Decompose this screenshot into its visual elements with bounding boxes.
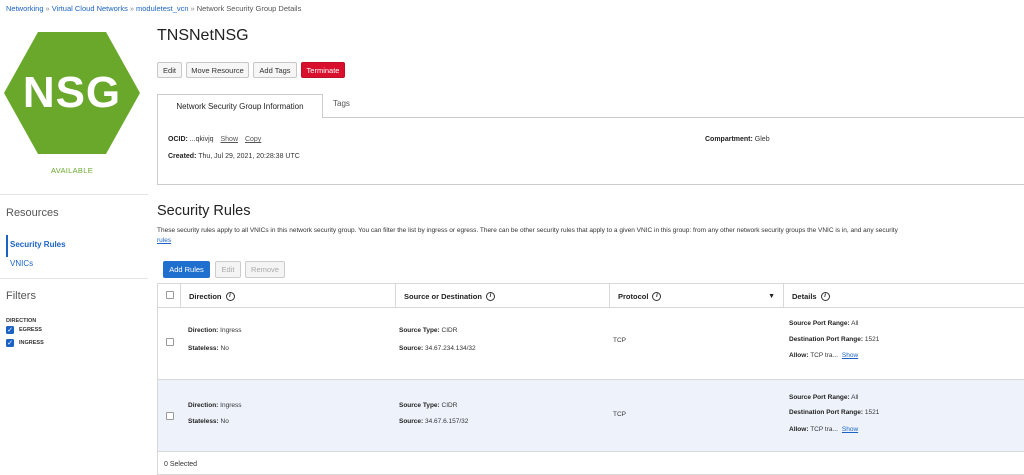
row-checkbox[interactable] xyxy=(166,412,174,420)
breadcrumb-current: Network Security Group Details xyxy=(196,4,302,13)
edit-button[interactable]: Edit xyxy=(157,62,182,78)
filter-egress[interactable]: ✓ EGRESS xyxy=(6,326,42,334)
add-rules-button[interactable]: Add Rules xyxy=(163,261,210,278)
column-source-destination[interactable]: Source or Destination i xyxy=(395,284,609,308)
move-resource-button[interactable]: Move Resource xyxy=(186,62,249,78)
filter-egress-label: EGRESS xyxy=(19,327,42,333)
table-row[interactable]: Direction: Ingress Stateless: No Source … xyxy=(158,308,1024,380)
column-protocol[interactable]: Protocol i ▼ xyxy=(609,284,783,308)
ocid-value: ...qkivjq xyxy=(189,136,214,143)
checkbox-checked-icon[interactable]: ✓ xyxy=(6,326,14,334)
breadcrumb-networking[interactable]: Networking xyxy=(6,4,44,13)
tab-tags[interactable]: Tags xyxy=(333,99,350,108)
allow-show-link[interactable]: Show xyxy=(842,352,858,359)
terminate-button[interactable]: Terminate xyxy=(301,62,345,78)
select-all-checkbox[interactable] xyxy=(166,291,174,299)
security-rules-description: These security rules apply to all VNICs … xyxy=(157,227,898,245)
protocol-value: TCP xyxy=(613,337,626,344)
table-row[interactable]: Direction: Ingress Stateless: No Source … xyxy=(158,380,1024,452)
security-rules-heading: Security Rules xyxy=(157,203,251,219)
table-header: Direction i Source or Destination i Protoc… xyxy=(158,284,1024,308)
info-icon[interactable]: i xyxy=(652,291,662,301)
info-icon[interactable]: i xyxy=(225,291,235,301)
allow-show-link[interactable]: Show xyxy=(842,426,858,433)
breadcrumb-vcns[interactable]: Virtual Cloud Networks xyxy=(52,4,128,13)
breadcrumb-vcn[interactable]: moduletest_vcn xyxy=(136,4,189,13)
sidebar-item-vnics[interactable]: VNICs xyxy=(10,259,33,268)
selected-count: 0 Selected xyxy=(164,461,198,468)
filters-heading: Filters xyxy=(6,290,36,302)
sidebar-divider xyxy=(0,194,148,195)
protocol-value: TCP xyxy=(613,411,626,418)
add-tags-button[interactable]: Add Tags xyxy=(253,62,297,78)
remove-rules-button[interactable]: Remove xyxy=(245,261,285,278)
compartment-field: Compartment: Gleb xyxy=(705,136,770,143)
column-details[interactable]: Details i xyxy=(783,284,1024,308)
filter-ingress-label: INGRESS xyxy=(19,340,44,346)
resources-heading: Resources xyxy=(6,207,59,219)
created-value: Thu, Jul 29, 2021, 20:28:38 UTC xyxy=(198,153,300,160)
nsg-badge: NSG xyxy=(4,30,140,156)
status-badge: AVAILABLE xyxy=(50,166,94,175)
tab-nsg-information[interactable]: Network Security Group Information xyxy=(157,94,323,118)
column-direction[interactable]: Direction i xyxy=(180,284,395,308)
created-field: Created: Thu, Jul 29, 2021, 20:28:38 UTC xyxy=(168,153,300,160)
badge-label: NSG xyxy=(22,68,122,117)
ocid-show-link[interactable]: Show xyxy=(220,136,238,143)
breadcrumb: Networking» Virtual Cloud Networks» module… xyxy=(6,4,302,13)
sidebar-divider xyxy=(0,278,148,279)
row-checkbox[interactable] xyxy=(166,338,174,346)
security-rules-table: Add Rules Edit Remove Direction i Source … xyxy=(157,261,1024,475)
ocid-field: OCID: ...qkivjq Show Copy xyxy=(168,136,261,143)
page-title: TNSNetNSG xyxy=(157,27,249,44)
security-rules-link[interactable]: rules xyxy=(157,237,171,244)
info-icon[interactable]: i xyxy=(820,291,830,301)
filter-ingress[interactable]: ✓ INGRESS xyxy=(6,339,44,347)
sidebar-item-security-rules[interactable]: Security Rules xyxy=(10,240,66,249)
info-panel: OCID: ...qkivjq Show Copy Created: Thu, … xyxy=(157,117,1024,185)
compartment-value: Gleb xyxy=(754,136,770,143)
compartment-label: Compartment: xyxy=(705,136,753,143)
created-label: Created: xyxy=(168,153,197,160)
checkbox-checked-icon[interactable]: ✓ xyxy=(6,339,14,347)
ocid-label: OCID: xyxy=(168,136,188,143)
edit-rules-button[interactable]: Edit xyxy=(215,261,241,278)
direction-filter-label: DIRECTION xyxy=(6,318,37,324)
info-icon[interactable]: i xyxy=(485,291,495,301)
ocid-copy-link[interactable]: Copy xyxy=(245,136,261,143)
sidebar-active-indicator xyxy=(6,235,8,257)
sort-down-icon[interactable]: ▼ xyxy=(768,293,775,300)
